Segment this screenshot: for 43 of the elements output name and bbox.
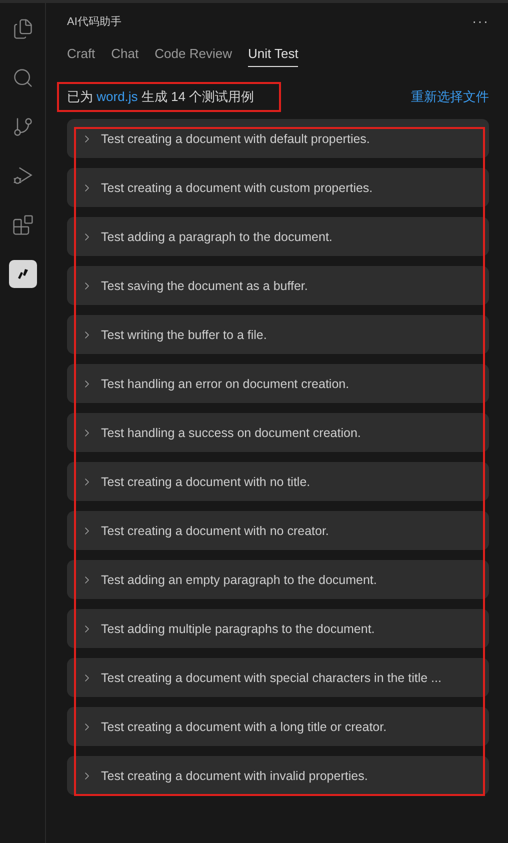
- test-case-title: Test writing the buffer to a file.: [101, 328, 267, 342]
- test-case-title: Test creating a document with a long title or creator.: [101, 720, 387, 734]
- test-case-card[interactable]: Test creating a document with default properties.: [67, 119, 489, 158]
- test-case-card[interactable]: Test creating a document with no creator.: [67, 511, 489, 550]
- search-icon: [12, 67, 34, 89]
- test-case-title: Test handling a success on document creation.: [101, 426, 361, 440]
- test-case-card[interactable]: Test adding a paragraph to the document.: [67, 217, 489, 256]
- tab[interactable]: Code Review: [154, 42, 232, 67]
- file-link[interactable]: word.js: [96, 89, 138, 104]
- test-case-card[interactable]: Test creating a document with custom properties.: [67, 168, 489, 207]
- more-actions-button[interactable]: ···: [472, 13, 489, 29]
- test-case-card[interactable]: Test creating a document with invalid properties.: [67, 756, 489, 795]
- test-case-title: Test creating a document with no title.: [101, 474, 310, 488]
- test-case-card[interactable]: Test creating a document with no title.: [67, 462, 489, 501]
- test-case-card[interactable]: Test handling a success on document creation.: [67, 413, 489, 452]
- test-case-card[interactable]: Test adding multiple paragraphs to the document.: [67, 609, 489, 648]
- test-case-title: Test creating a document with invalid properties.: [101, 768, 368, 782]
- test-case-title: Test creating a document with default properties.: [101, 132, 370, 146]
- test-case-title: Test saving the document as a buffer.: [101, 278, 308, 292]
- test-case-card[interactable]: Test creating a document with special characters in the title ...: [67, 658, 489, 697]
- files-icon: [12, 18, 34, 40]
- test-case-title: Test adding multiple paragraphs to the document.: [101, 622, 375, 636]
- test-case-title: Test creating a document with special characters in the title ...: [101, 670, 442, 684]
- test-case-card[interactable]: Test adding an empty paragraph to the document.: [67, 560, 489, 599]
- extensions-icon: [12, 214, 34, 236]
- branch-icon: [12, 116, 34, 138]
- test-case-title: Test creating a document with no creator.: [101, 524, 329, 538]
- test-case-card[interactable]: Test creating a document with a long title or creator.: [67, 707, 489, 746]
- test-case-title: Test creating a document with custom properties.: [101, 180, 373, 194]
- test-case-title: Test handling an error on document creation.: [101, 376, 350, 390]
- test-case-card[interactable]: Test saving the document as a buffer.: [67, 266, 489, 305]
- tab[interactable]: Chat: [111, 42, 139, 67]
- tab[interactable]: Unit Test: [248, 42, 298, 67]
- test-case-card[interactable]: Test handling an error on document creation.: [67, 364, 489, 403]
- panel-title: AI代码助手: [67, 14, 122, 28]
- run-debug-icon: [12, 165, 34, 187]
- reselect-file-link[interactable]: 重新选择文件: [411, 88, 489, 106]
- test-case-title: Test adding a paragraph to the document.: [101, 230, 332, 244]
- activity-bar-button[interactable]: [8, 260, 36, 288]
- test-case-card[interactable]: Test writing the buffer to a file.: [67, 315, 489, 354]
- tab[interactable]: Craft: [67, 42, 96, 67]
- summary-text: 已为 word.js 生成 14 个测试用例: [67, 88, 254, 106]
- test-case-title: Test adding an empty paragraph to the document.: [101, 572, 377, 586]
